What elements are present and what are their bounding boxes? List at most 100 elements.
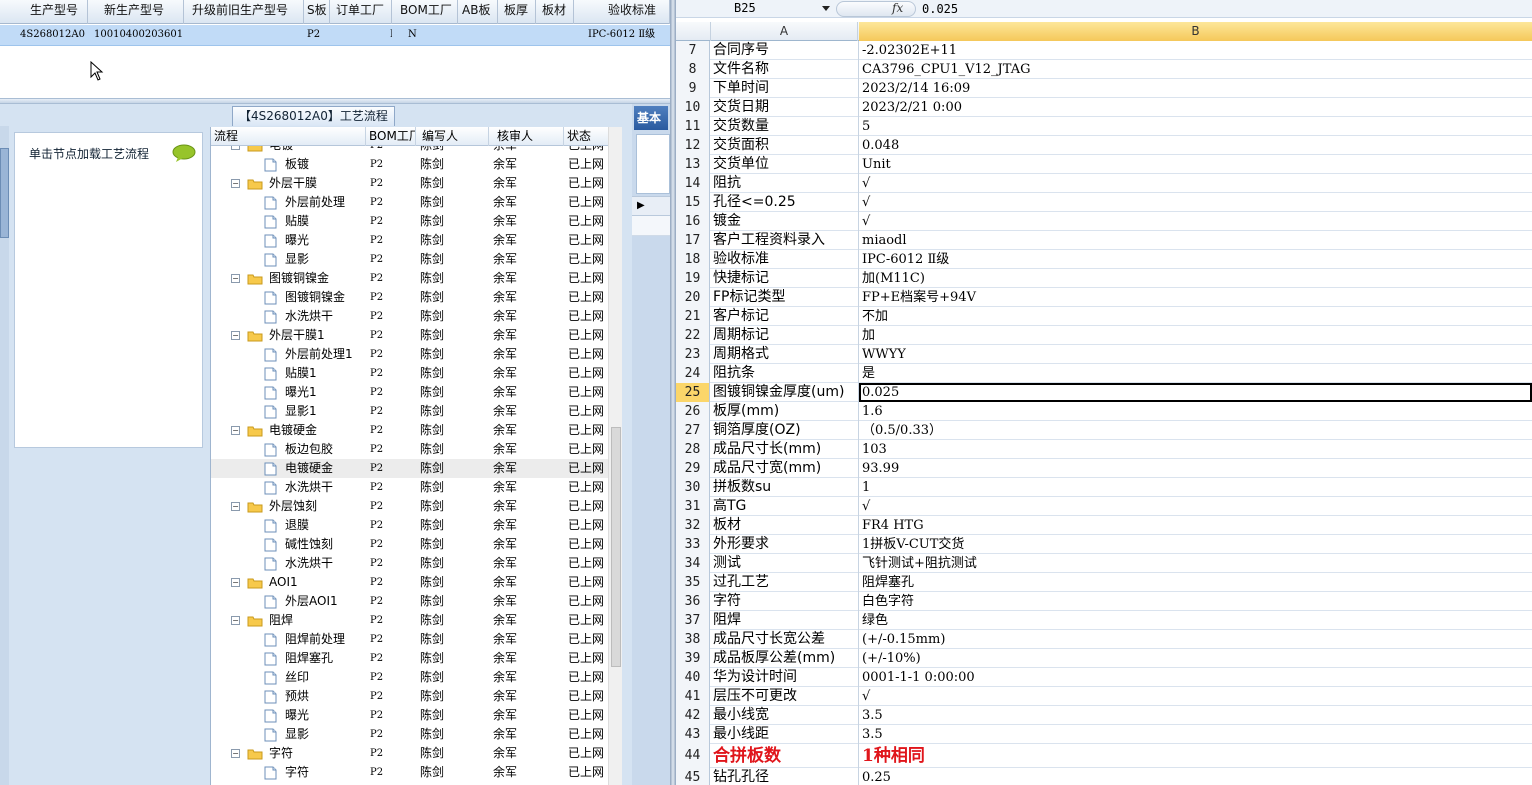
col-header-new-model[interactable]: 新生产型号 [88,0,184,24]
tree-node[interactable]: 字符 [211,763,366,782]
tree-row[interactable]: 外层前处理 P2 陈剑 余军 已上网 [211,193,622,212]
tree-node[interactable]: 板镀 [211,155,366,174]
row-number[interactable]: 10 [676,98,710,117]
tree-row[interactable]: − 电镀 P2陈剑余军已上网 [211,146,622,155]
tree-col-bom[interactable]: BOM工厂 [366,127,416,146]
row-number[interactable]: 44 [676,744,710,768]
name-box[interactable]: B25 [676,0,834,18]
tree-row[interactable]: − 外层干膜1 P2 陈剑 余军 已上网 [211,326,622,345]
cell-b[interactable]: 加 [859,326,1532,345]
cell-b[interactable]: 3.5 [859,706,1532,725]
row-number[interactable]: 30 [676,478,710,497]
tree-row[interactable]: 板镀 P2 陈剑 余军 已上网 [211,155,622,174]
cell-a[interactable]: 成品板厚公差(mm) [710,649,859,668]
col-header-model[interactable]: 生产型号 [0,0,88,24]
cell-b[interactable]: 1 [859,478,1532,497]
tree-row[interactable]: 图镀铜镍金 P2 陈剑 余军 已上网 [211,288,622,307]
row-number[interactable]: 13 [676,155,710,174]
tree-row[interactable]: 碱性蚀刻 P2 陈剑 余军 已上网 [211,535,622,554]
speech-bubble-icon[interactable] [171,143,197,163]
tab-basic[interactable]: 基本 [634,106,668,130]
row-number[interactable]: 24 [676,364,710,383]
cell-a[interactable]: 阻抗 [710,174,859,193]
tree-node[interactable]: 外层AOI1 [211,592,366,611]
cell-b[interactable]: 2023/2/21 0:00 [859,98,1532,117]
row-number[interactable]: 17 [676,231,710,250]
tree-row[interactable]: 外层前处理1 P2 陈剑 余军 已上网 [211,345,622,364]
cell-a[interactable]: 板材 [710,516,859,535]
tree-node[interactable]: − AOI1 [211,573,366,592]
tree-row[interactable]: 电镀硬金 P2 陈剑 余军 已上网 [211,459,622,478]
tree-node[interactable]: 外层前处理1 [211,345,366,364]
cell-a[interactable]: 拼板数su [710,478,859,497]
tree-node[interactable]: − 阻焊 [211,611,366,630]
collapse-toggle-icon[interactable]: − [231,578,240,587]
row-number[interactable]: 41 [676,687,710,706]
cell-a[interactable]: 孔径<=0.25 [710,193,859,212]
tree-col-reviewer[interactable]: 核审人 [489,127,564,146]
row-number[interactable]: 25 [676,383,710,402]
tree-node[interactable]: 外层前处理 [211,193,366,212]
cell-a[interactable]: 下单时间 [710,79,859,98]
tree-node[interactable]: − 外层蚀刻 [211,497,366,516]
tree-row[interactable]: 显影1 P2 陈剑 余军 已上网 [211,402,622,421]
tree-node[interactable]: 水洗烘干 [211,554,366,573]
tree-row[interactable]: 曝光1 P2 陈剑 余军 已上网 [211,383,622,402]
row-number[interactable]: 28 [676,440,710,459]
row-number[interactable]: 15 [676,193,710,212]
cell-b[interactable]: 0.048 [859,136,1532,155]
tree-row[interactable]: 预烘 P2 陈剑 余军 已上网 [211,687,622,706]
col-header-bom-factory[interactable]: BOM工厂 [392,0,458,24]
cell-b[interactable]: 0.025 [859,383,1532,402]
cell-b[interactable]: （0.5/0.33） [859,421,1532,440]
order-grid-row[interactable]: 4S268012A0 10010400203601 P2 P2 N IPC-60… [0,25,670,46]
formula-input[interactable]: 0.025 [922,0,958,18]
cell-a[interactable]: 层压不可更改 [710,687,859,706]
tree-row[interactable]: 字符 P2 陈剑 余军 已上网 [211,763,622,782]
tree-row[interactable]: 外层AOI1 P2 陈剑 余军 已上网 [211,592,622,611]
tree-row[interactable]: 退膜 P2 陈剑 余军 已上网 [211,516,622,535]
cell-a[interactable]: 字符 [710,592,859,611]
cell-a[interactable]: 快捷标记 [710,269,859,288]
cell-a[interactable]: 验收标准 [710,250,859,269]
col-header-thickness[interactable]: 板厚 [498,0,536,24]
row-number[interactable]: 23 [676,345,710,364]
tree-node[interactable]: 曝光1 [211,383,366,402]
cell-a[interactable]: 铜箔厚度(OZ) [710,421,859,440]
tree-node[interactable]: 碱性蚀刻 [211,535,366,554]
cell-b[interactable]: 绿色 [859,611,1532,630]
tree-row[interactable]: − 图镀铜镍金 P2 陈剑 余军 已上网 [211,269,622,288]
column-header-b[interactable]: B [859,22,1532,41]
cell-a[interactable]: 文件名称 [710,60,859,79]
tree-node[interactable]: 贴膜 [211,212,366,231]
cell-a[interactable]: 高TG [710,497,859,516]
cell-b[interactable]: 加(M11C) [859,269,1532,288]
tree-row[interactable]: − 电镀硬金 P2 陈剑 余军 已上网 [211,421,622,440]
collapsed-side-strip[interactable] [0,126,9,785]
tree-node[interactable]: 水洗烘干 [211,478,366,497]
cell-a[interactable]: 交货数量 [710,117,859,136]
tree-row[interactable]: − 字符 P2 陈剑 余军 已上网 [211,744,622,763]
row-number[interactable]: 11 [676,117,710,136]
cell-b[interactable]: 阻焊塞孔 [859,573,1532,592]
cell-b[interactable]: 飞针测试+阻抗测试 [859,554,1532,573]
tree-row[interactable]: 阻焊塞孔 P2 陈剑 余军 已上网 [211,649,622,668]
cell-b[interactable]: Unit [859,155,1532,174]
cell-a[interactable]: 过孔工艺 [710,573,859,592]
cell-b[interactable]: 1.6 [859,402,1532,421]
cell-a[interactable]: 成品尺寸长(mm) [710,440,859,459]
tree-node[interactable]: − 字符 [211,744,366,763]
cell-b[interactable]: 93.99 [859,459,1532,478]
cell-a[interactable]: 成品尺寸长宽公差 [710,630,859,649]
cell-a[interactable]: FP标记类型 [710,288,859,307]
collapse-toggle-icon[interactable]: − [231,331,240,340]
row-number[interactable]: 45 [676,768,710,785]
cell-a[interactable]: 测试 [710,554,859,573]
tree-row[interactable]: − 外层干膜 P2 陈剑 余军 已上网 [211,174,622,193]
row-number[interactable]: 14 [676,174,710,193]
tree-row[interactable]: − 外层蚀刻 P2 陈剑 余军 已上网 [211,497,622,516]
tree-node[interactable]: 阻焊前处理 [211,630,366,649]
tree-scrollbar[interactable] [608,127,622,785]
cell-b[interactable]: 5 [859,117,1532,136]
cell-a[interactable]: 阻抗条 [710,364,859,383]
